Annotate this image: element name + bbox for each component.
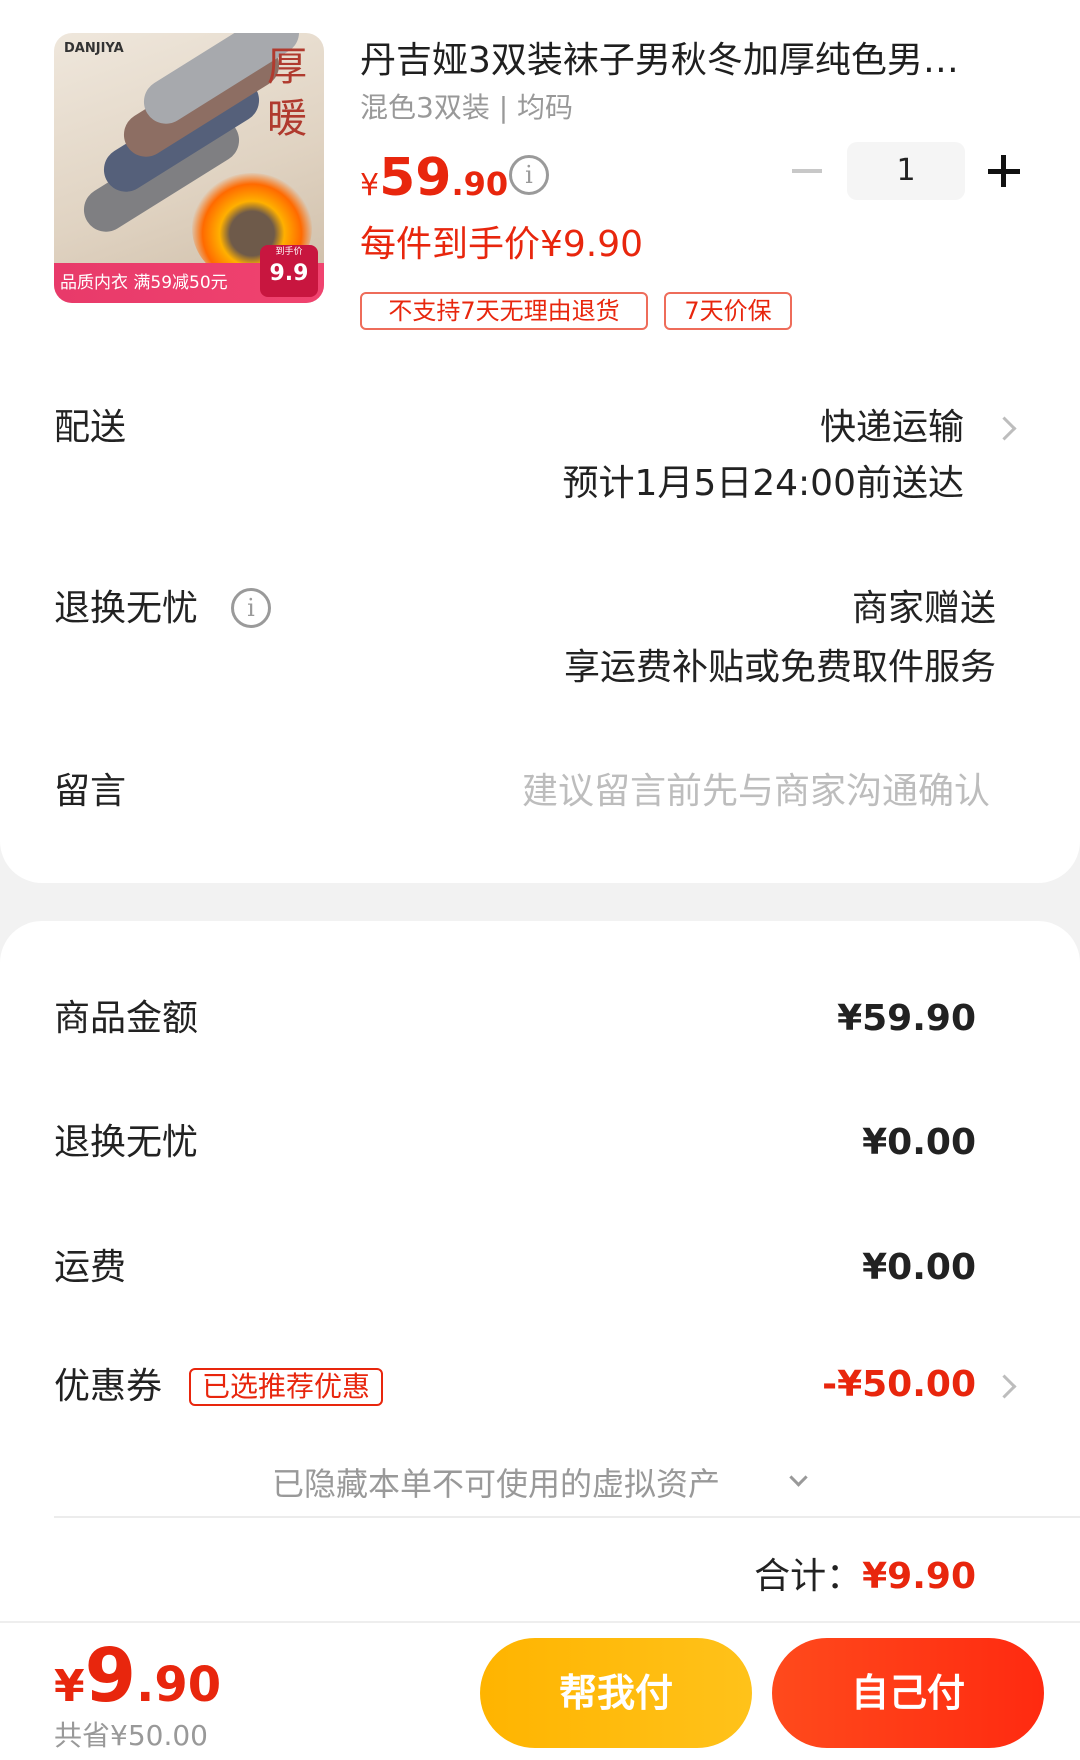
product-spec[interactable]: 混色3双装 | 均码 xyxy=(360,88,573,128)
quantity-input[interactable]: 1 xyxy=(847,142,965,200)
pay-myself-button[interactable]: 自己付 xyxy=(772,1638,1044,1748)
goods-amount-label: 商品金额 xyxy=(54,998,199,1039)
delivery-method: 快递运输 xyxy=(819,407,964,448)
brand-logo: DANJIYA xyxy=(64,41,124,56)
no-return-tag: 不支持7天无理由退货 xyxy=(360,292,648,330)
delivery-label: 配送 xyxy=(54,407,127,448)
product-image[interactable]: DANJIYA 厚暖 品质内衣 满59减50元 到手价 9.9 xyxy=(54,33,324,303)
decrease-quantity-button[interactable] xyxy=(792,169,822,173)
shipping-value: ¥0.00 xyxy=(862,1247,976,1288)
price-tag: 到手价 9.9 xyxy=(260,245,318,297)
unit-price: 每件到手价¥9.90 xyxy=(360,224,644,265)
total-row: 合计：¥9.90 xyxy=(754,1552,976,1602)
saved-amount: 共省¥50.00 xyxy=(54,1719,208,1752)
product-price: ¥59.90 xyxy=(360,148,509,208)
divider xyxy=(54,1516,1080,1518)
chevron-right-icon xyxy=(992,416,1017,441)
seal-text: 厚暖 xyxy=(267,44,307,142)
order-card: DANJIYA 厚暖 品质内衣 满59减50元 到手价 9.9 丹吉娅3双装袜子… xyxy=(0,0,1080,883)
help-me-pay-button[interactable]: 帮我付 xyxy=(480,1638,752,1748)
shipping-label: 运费 xyxy=(54,1247,127,1288)
message-label: 留言 xyxy=(54,771,127,812)
goods-amount-value: ¥59.90 xyxy=(837,998,976,1039)
message-input[interactable]: 建议留言前先与商家沟通确认 xyxy=(522,767,990,817)
coupon-tag: 已选推荐优惠 xyxy=(189,1368,383,1406)
delivery-eta: 预计1月5日24:00前送达 xyxy=(562,463,964,504)
plus-icon xyxy=(1001,155,1006,187)
coupon-value: -¥50.00 xyxy=(822,1364,976,1405)
return-service-value: 商家赠送 xyxy=(851,588,996,629)
total-label: 合计： xyxy=(754,1556,863,1597)
total-value: ¥9.90 xyxy=(862,1556,976,1597)
product-title[interactable]: 丹吉娅3双装袜子男秋冬加厚纯色男… xyxy=(360,36,1010,86)
return-info-icon[interactable]: i xyxy=(231,588,271,628)
return-fee-value: ¥0.00 xyxy=(862,1122,976,1163)
price-info-icon[interactable]: i xyxy=(509,155,549,195)
return-service-label: 退换无忧 xyxy=(54,588,199,629)
coupon-label: 优惠券 xyxy=(54,1366,163,1407)
price-protect-tag: 7天价保 xyxy=(664,292,792,330)
return-service-desc: 享运费补贴或免费取件服务 xyxy=(563,647,996,688)
hidden-assets-text: 已隐藏本单不可使用的虚拟资产 xyxy=(272,1465,721,1503)
return-fee-label: 退换无忧 xyxy=(54,1122,199,1163)
